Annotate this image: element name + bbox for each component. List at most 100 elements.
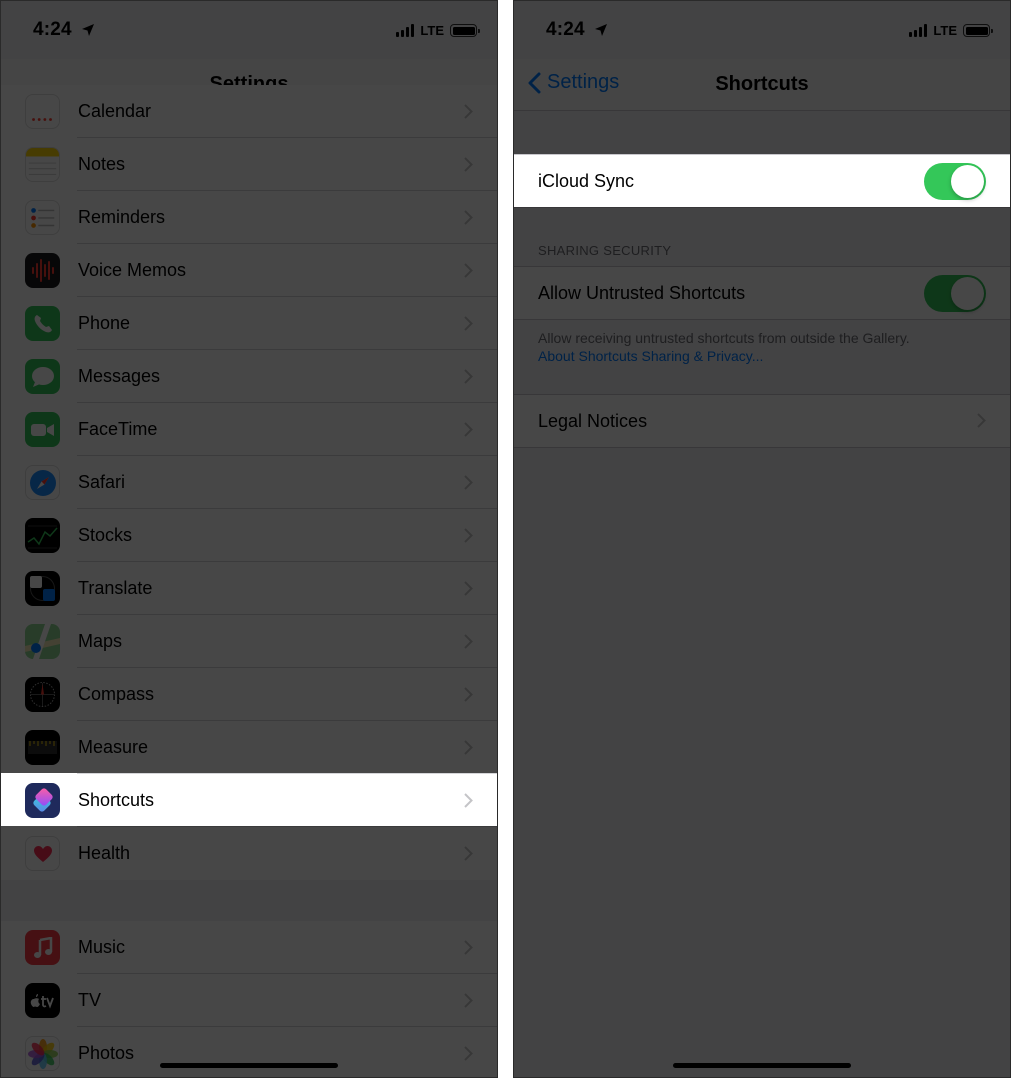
chevron-right-icon <box>464 581 473 596</box>
row-label: Messages <box>78 366 161 386</box>
chevron-right-icon <box>464 528 473 543</box>
row-label: Measure <box>78 737 149 757</box>
chevron-right-icon <box>464 422 473 437</box>
icloud-sync-row: iCloud Sync <box>514 155 1010 207</box>
row-label: Notes <box>78 154 126 174</box>
chevron-left-icon <box>528 72 541 93</box>
reminders-icon <box>25 200 60 235</box>
measure-icon <box>25 730 60 765</box>
row-label: Stocks <box>78 525 133 545</box>
row-label: Shortcuts <box>78 790 155 810</box>
chevron-right-icon <box>977 413 986 428</box>
photos-icon <box>25 1036 60 1071</box>
settings-row-health[interactable]: Health <box>1 827 497 880</box>
location-arrow-icon <box>82 24 94 36</box>
settings-row-compass[interactable]: Compass <box>1 668 497 721</box>
notes-icon <box>25 147 60 182</box>
settings-row-facetime[interactable]: FaceTime <box>1 403 497 456</box>
chevron-right-icon <box>464 157 473 172</box>
phone-icon <box>25 306 60 341</box>
chevron-right-icon <box>464 475 473 490</box>
location-arrow-icon <box>595 24 607 36</box>
chevron-right-icon <box>464 316 473 331</box>
chevron-right-icon <box>464 104 473 119</box>
status-bar: 4:24 LTE <box>1 1 497 59</box>
health-icon <box>25 836 60 871</box>
translate-icon <box>25 571 60 606</box>
shortcuts-settings-screen: 4:24 LTE Shortcuts Settings iCloud Sync … <box>513 0 1011 1078</box>
settings-row-phone[interactable]: Phone <box>1 297 497 350</box>
status-time: 4:24 <box>546 19 585 40</box>
settings-row-music[interactable]: Music <box>1 921 497 974</box>
settings-screen: 4:24 LTE Settings Calendar Notes Reminde… <box>0 0 498 1078</box>
settings-row-shortcuts[interactable]: Shortcuts <box>1 774 497 827</box>
chevron-right-icon <box>464 940 473 955</box>
chevron-right-icon <box>464 1046 473 1061</box>
status-bar: 4:24 LTE <box>514 1 1010 59</box>
chevron-right-icon <box>464 793 473 808</box>
chevron-right-icon <box>464 369 473 384</box>
settings-row-calendar[interactable]: Calendar <box>1 85 497 138</box>
row-label: Reminders <box>78 207 166 227</box>
row-label: FaceTime <box>78 419 158 439</box>
battery-icon <box>963 24 993 37</box>
music-icon <box>25 930 60 965</box>
safari-icon <box>25 465 60 500</box>
settings-row-reminders[interactable]: Reminders <box>1 191 497 244</box>
settings-row-translate[interactable]: Translate <box>1 562 497 615</box>
home-indicator[interactable] <box>673 1063 851 1068</box>
row-label: Photos <box>78 1043 135 1063</box>
settings-row-stocks[interactable]: Stocks <box>1 509 497 562</box>
row-label: Compass <box>78 684 155 704</box>
row-label: TV <box>78 990 102 1010</box>
settings-row-notes[interactable]: Notes <box>1 138 497 191</box>
chevron-right-icon <box>464 687 473 702</box>
icloud-sync-group: iCloud Sync <box>514 154 1010 208</box>
chevron-right-icon <box>464 263 473 278</box>
home-indicator[interactable] <box>160 1063 338 1068</box>
row-label: Calendar <box>78 101 152 121</box>
cellular-signal-icon <box>909 24 928 37</box>
tv-icon <box>25 983 60 1018</box>
section-header-sharing-security: SHARING SECURITY <box>538 243 672 258</box>
chevron-right-icon <box>464 210 473 225</box>
chevron-right-icon <box>464 634 473 649</box>
back-button-label: Settings <box>547 71 620 93</box>
media-app-list: Music TV Photos <box>1 921 497 1077</box>
facetime-icon <box>25 412 60 447</box>
network-type: LTE <box>933 23 957 38</box>
sharing-privacy-link[interactable]: About Shortcuts Sharing & Privacy... <box>538 347 980 365</box>
calendar-icon <box>25 94 60 129</box>
maps-icon <box>25 624 60 659</box>
row-label: Music <box>78 937 126 957</box>
sharing-footer: Allow receiving untrusted shortcuts from… <box>538 329 980 365</box>
chevron-right-icon <box>464 993 473 1008</box>
settings-row-measure[interactable]: Measure <box>1 721 497 774</box>
settings-row-safari[interactable]: Safari <box>1 456 497 509</box>
sharing-footer-text: Allow receiving untrusted shortcuts from… <box>538 330 910 346</box>
icloud-sync-toggle[interactable] <box>924 163 986 200</box>
cellular-signal-icon <box>396 24 415 37</box>
settings-row-maps[interactable]: Maps <box>1 615 497 668</box>
settings-row-photos[interactable]: Photos <box>1 1027 497 1077</box>
settings-row-messages[interactable]: Messages <box>1 350 497 403</box>
back-button[interactable]: Settings <box>528 71 619 94</box>
row-label: Safari <box>78 472 126 492</box>
battery-icon <box>450 24 480 37</box>
allow-untrusted-toggle[interactable] <box>924 275 986 312</box>
row-label: Maps <box>78 631 123 651</box>
compass-icon <box>25 677 60 712</box>
row-label: Voice Memos <box>78 260 187 280</box>
allow-untrusted-row: Allow Untrusted Shortcuts <box>514 267 1010 319</box>
legal-group: Legal Notices <box>514 394 1010 448</box>
stocks-icon <box>25 518 60 553</box>
messages-icon <box>25 359 60 394</box>
voice-memos-icon <box>25 253 60 288</box>
settings-app-list: Calendar Notes Reminders Voice Memos Pho… <box>1 85 497 880</box>
status-time: 4:24 <box>33 19 72 40</box>
shortcuts-icon <box>25 783 60 818</box>
row-label: Health <box>78 843 131 863</box>
settings-row-tv[interactable]: TV <box>1 974 497 1027</box>
legal-notices-row[interactable]: Legal Notices <box>514 395 1010 447</box>
settings-row-voice-memos[interactable]: Voice Memos <box>1 244 497 297</box>
